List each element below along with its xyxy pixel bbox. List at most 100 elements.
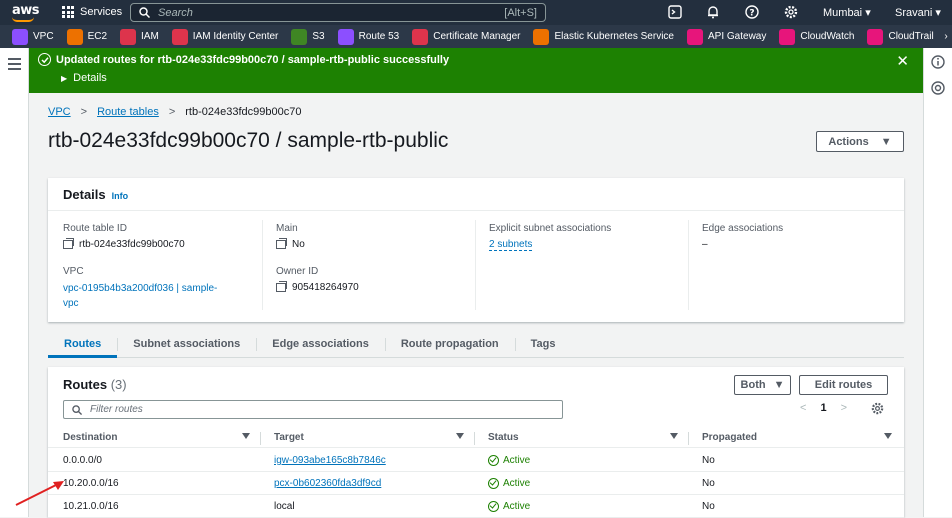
favorite-iam[interactable]: IAM — [120, 28, 159, 45]
breadcrumb-current: rtb-024e33fdc99b00c70 — [185, 106, 302, 118]
status-text: Active — [503, 455, 531, 466]
propagated-cell: No — [702, 455, 715, 466]
breadcrumb-route-tables[interactable]: Route tables — [97, 106, 159, 118]
destination-cell: 0.0.0.0/0 — [63, 455, 102, 466]
table-settings-gear-icon[interactable] — [871, 402, 884, 415]
table-row: 10.21.0.0/16 local Active No — [48, 495, 904, 518]
favorite-api-gateway[interactable]: API Gateway — [687, 28, 766, 45]
favorite-label: Route 53 — [358, 31, 400, 42]
explicit-subnet-link[interactable]: 2 subnets — [489, 239, 533, 251]
previous-page-icon[interactable]: < — [800, 402, 806, 414]
success-flash-banner: Updated routes for rtb-024e33fdc99b00c70… — [29, 48, 923, 93]
favorite-certificate-manager[interactable]: Certificate Manager — [412, 28, 520, 45]
region-selector[interactable]: Mumbai ▾ — [823, 6, 871, 19]
favorites-overflow-icon[interactable]: › — [940, 25, 952, 48]
routes-panel: Routes (3) Both ▼ Edit routes Filter rout… — [48, 367, 904, 518]
info-circle-icon[interactable] — [931, 55, 945, 69]
column-divider — [475, 220, 476, 310]
favorite-ec2[interactable]: EC2 — [66, 28, 108, 45]
col-propagated[interactable]: Propagated — [702, 432, 757, 443]
status-cell: Active — [488, 501, 530, 512]
copy-icon[interactable] — [276, 281, 287, 292]
hamburger-menu-icon[interactable] — [8, 58, 21, 73]
notifications-bell-icon[interactable] — [706, 5, 720, 19]
favorite-label: S3 — [312, 31, 325, 42]
svg-text:?: ? — [749, 9, 754, 19]
table-row: 10.20.0.0/16 pcx-0b602360fda3df9cd Activ… — [48, 472, 904, 495]
services-grid-icon — [62, 6, 74, 18]
col-target[interactable]: Target — [274, 432, 304, 443]
copy-icon[interactable] — [276, 238, 287, 249]
favorite-elastic-kubernetes-service[interactable]: Elastic Kubernetes Service — [533, 28, 674, 45]
service-icon — [779, 28, 796, 45]
target-link[interactable]: igw-093abe165c8b7846c — [274, 455, 386, 466]
service-icon — [171, 28, 188, 45]
info-link[interactable]: Info — [112, 191, 129, 201]
filter-routes-input[interactable]: Filter routes — [63, 400, 563, 419]
services-label: Services — [80, 6, 123, 18]
owner-id-value: 905418264970 — [292, 282, 359, 293]
route-table-id-field: Route table ID rtb-024e33fdc99b00c70 VPC… — [63, 223, 217, 311]
tab-route-propagation[interactable]: Route propagation — [384, 332, 515, 358]
settings-gear-icon[interactable] — [784, 5, 798, 19]
sort-icon[interactable] — [456, 433, 464, 439]
breadcrumb: VPC > Route tables > rtb-024e33fdc99b00c… — [48, 106, 301, 118]
caret-right-icon: ▶ — [61, 74, 68, 83]
column-resizer[interactable] — [474, 432, 475, 445]
favorites-bar: VPC EC2 IAM IAM Identity Center S3 Route 53 Ce… — [0, 25, 952, 48]
column-resizer[interactable] — [688, 432, 689, 445]
flash-details-label: Details — [73, 72, 107, 84]
favorite-vpc[interactable]: VPC — [12, 28, 54, 45]
sort-icon[interactable] — [884, 433, 892, 439]
favorite-s3[interactable]: S3 — [291, 28, 325, 45]
breadcrumb-vpc[interactable]: VPC — [48, 106, 71, 118]
main-label: Main — [276, 223, 298, 234]
vpc-link[interactable]: vpc-0195b4b3a200df036 | sample-vpc — [63, 283, 217, 309]
current-page[interactable]: 1 — [820, 402, 826, 414]
favorite-label: Elastic Kubernetes Service — [554, 31, 674, 42]
caret-down-icon: ▼ — [880, 135, 892, 148]
success-check-icon — [488, 478, 499, 489]
services-menu[interactable]: Services — [62, 6, 122, 18]
next-page-icon[interactable]: > — [841, 402, 847, 414]
right-sidebar — [923, 48, 952, 517]
service-icon — [867, 28, 884, 45]
aws-logo[interactable]: aws — [12, 3, 40, 18]
sort-icon[interactable] — [242, 433, 250, 439]
favorite-route-53[interactable]: Route 53 — [337, 28, 400, 45]
feedback-icon[interactable] — [931, 81, 945, 95]
tab-tags[interactable]: Tags — [514, 332, 572, 358]
target-link[interactable]: pcx-0b602360fda3df9cd — [274, 478, 381, 489]
route-table-id-value: rtb-024e33fdc99b00c70 — [79, 239, 185, 250]
col-destination[interactable]: Destination — [63, 432, 117, 443]
filter-placeholder: Filter routes — [90, 404, 143, 415]
tab-subnet-associations[interactable]: Subnet associations — [117, 332, 256, 358]
column-resizer[interactable] — [260, 432, 261, 445]
flash-details-toggle[interactable]: ▶ Details — [61, 72, 107, 84]
sort-icon[interactable] — [670, 433, 678, 439]
tab-routes[interactable]: Routes — [48, 332, 118, 358]
left-sidebar — [0, 48, 29, 517]
tab-edge-associations[interactable]: Edge associations — [256, 332, 385, 358]
favorite-iam-identity-center[interactable]: IAM Identity Center — [171, 28, 278, 45]
actions-button[interactable]: Actions ▼ — [816, 131, 904, 152]
search-input[interactable]: Search [Alt+S] — [130, 3, 546, 22]
annotation-arrow-icon — [15, 481, 64, 506]
explicit-subnet-label: Explicit subnet associations — [489, 223, 612, 234]
both-filter-select[interactable]: Both ▼ — [734, 375, 791, 395]
service-icon — [12, 28, 28, 45]
help-icon[interactable]: ? — [745, 5, 759, 19]
close-icon[interactable]: ✕ — [896, 52, 909, 70]
copy-icon[interactable] — [63, 238, 74, 249]
aws-logo-smile — [12, 17, 34, 22]
favorite-cloudwatch[interactable]: CloudWatch — [779, 28, 855, 45]
favorite-label: CloudWatch — [800, 31, 855, 42]
col-status[interactable]: Status — [488, 432, 519, 443]
user-menu[interactable]: Sravani ▾ — [895, 6, 941, 19]
edit-routes-button[interactable]: Edit routes — [799, 375, 888, 395]
cloudshell-icon[interactable] — [668, 5, 682, 19]
favorite-cloudtrail[interactable]: CloudTrail — [867, 28, 934, 45]
favorite-label: EC2 — [87, 31, 108, 42]
both-label: Both — [740, 379, 766, 391]
table-row: 0.0.0.0/0 igw-093abe165c8b7846c Active N… — [48, 449, 904, 472]
